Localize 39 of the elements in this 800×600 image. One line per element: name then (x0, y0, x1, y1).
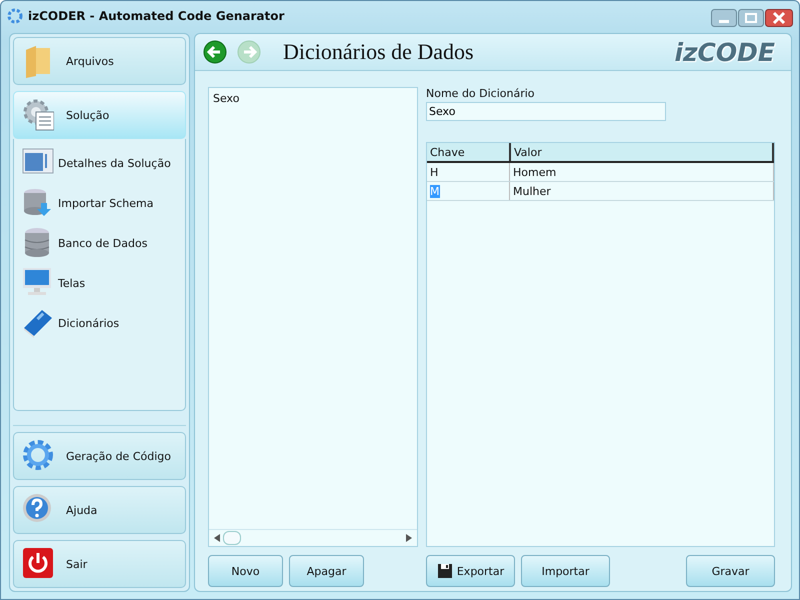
back-button[interactable] (203, 40, 227, 64)
sidebar-button[interactable]: Ajuda (13, 486, 186, 534)
scroll-thumb[interactable] (223, 531, 241, 545)
sidebar-item[interactable]: Banco de Dados (22, 227, 185, 259)
page-title: Dicionários de Dados (283, 39, 474, 65)
sidebar-button[interactable]: Geração de Código (13, 432, 186, 480)
gear-list-icon (22, 98, 54, 132)
button[interactable]: Importar (521, 555, 610, 587)
minimize-button[interactable] (711, 9, 737, 27)
sidebar-button[interactable]: Solução (13, 91, 186, 139)
table-cell: M (427, 182, 510, 200)
column-header[interactable]: Chave (427, 143, 511, 161)
right-arrow-icon (405, 534, 413, 542)
sidebar-item[interactable]: Dicionários (22, 307, 185, 339)
window-title: izCODER - Automated Code Genarator (28, 9, 284, 23)
save-button[interactable]: Gravar (686, 555, 775, 587)
close-button[interactable] (765, 9, 793, 27)
sidebar-item[interactable]: Telas (22, 267, 185, 299)
column-header[interactable]: Valor (511, 143, 774, 161)
button[interactable]: Novo (208, 555, 283, 587)
gear-icon (7, 8, 23, 24)
gear-icon (22, 439, 54, 473)
button[interactable]: Apagar (289, 555, 364, 587)
sidebar-item[interactable]: Detalhes da Solução (22, 147, 185, 179)
sidebar-button[interactable]: Arquivos (13, 37, 186, 85)
table-cell: Homem (510, 163, 774, 181)
logo: izCODE (674, 38, 775, 66)
sidebar-button[interactable]: Sair (13, 540, 186, 588)
name-field[interactable]: Sexo (426, 102, 666, 121)
maximize-button[interactable] (738, 9, 764, 27)
left-arrow-icon (213, 534, 221, 542)
sidebar-item[interactable]: Importar Schema (22, 187, 185, 219)
list-item[interactable]: Sexo (213, 92, 413, 105)
table-cell: Mulher (510, 182, 774, 200)
field-label: Nome do Dicionário (426, 87, 536, 100)
power-icon (22, 547, 54, 581)
horizontal-scrollbar[interactable] (209, 529, 417, 546)
button[interactable]: Exportar (426, 555, 515, 587)
table-cell: H (427, 163, 510, 181)
